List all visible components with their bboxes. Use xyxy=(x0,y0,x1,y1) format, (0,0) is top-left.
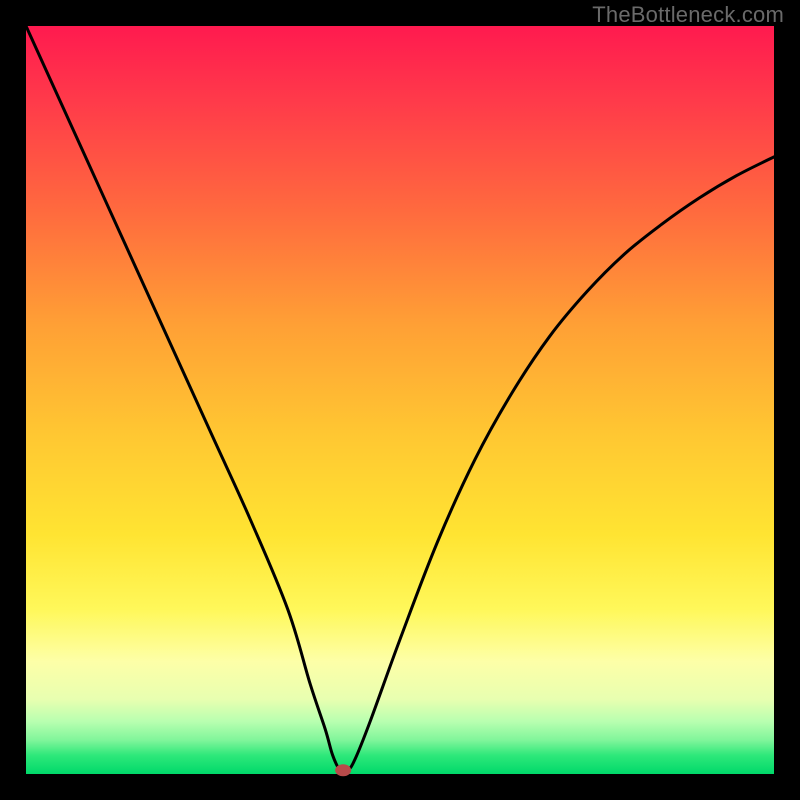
watermark-text: TheBottleneck.com xyxy=(592,2,784,28)
bottleneck-curve-line xyxy=(26,26,774,772)
optimal-point-marker xyxy=(335,764,351,776)
chart-outer-frame: TheBottleneck.com xyxy=(0,0,800,800)
chart-svg xyxy=(0,0,800,800)
